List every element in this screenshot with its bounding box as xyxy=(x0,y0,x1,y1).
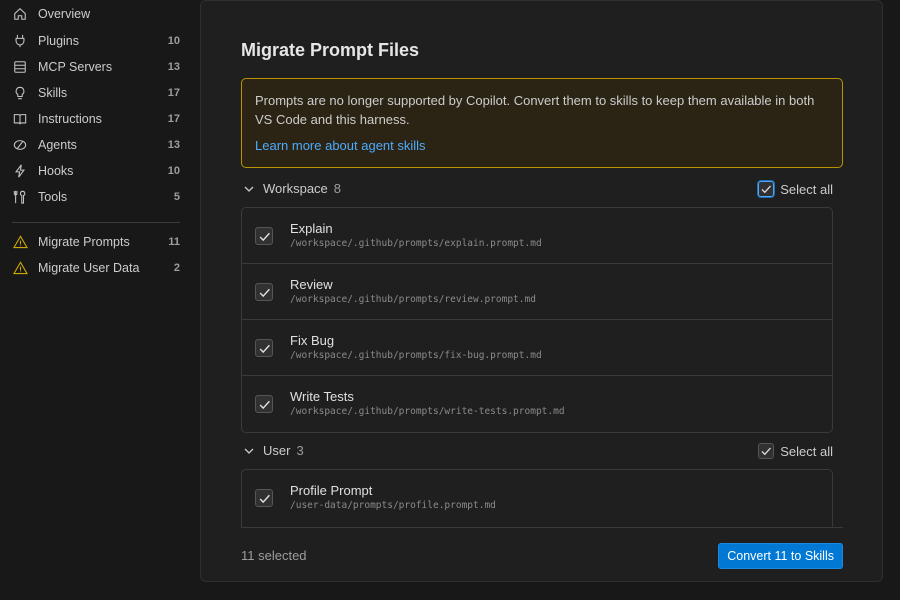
lightbulb-icon xyxy=(12,85,28,101)
tools-icon xyxy=(12,189,28,205)
sidebar-item-count: 5 xyxy=(173,191,180,203)
learn-more-link[interactable]: Learn more about agent skills xyxy=(255,138,426,153)
group-header-workspace: Workspace 8 Select all xyxy=(241,178,833,200)
select-all-label: Select all xyxy=(780,181,833,197)
item-checkbox[interactable] xyxy=(255,395,273,413)
workspace-prompt-list: Explain /workspace/.github/prompts/expla… xyxy=(241,207,833,433)
select-all-checkbox[interactable] xyxy=(757,180,776,198)
deprecation-notice: Prompts are no longer supported by Copil… xyxy=(241,78,843,168)
item-name: Review xyxy=(290,277,333,292)
item-checkbox[interactable] xyxy=(255,489,273,507)
check-icon xyxy=(259,232,270,241)
sidebar-item-migrate-user-data[interactable]: Migrate User Data 2 xyxy=(0,255,190,281)
group-count: 3 xyxy=(296,443,304,458)
sidebar-item-count: 10 xyxy=(167,35,180,47)
sidebar-item-migrate-prompts[interactable]: Migrate Prompts 11 xyxy=(0,229,190,255)
sidebar-item-count: 10 xyxy=(167,165,180,177)
sidebar-item-count: 17 xyxy=(167,87,180,99)
sidebar-item-mcp-servers[interactable]: MCP Servers 13 xyxy=(0,54,190,80)
group-name: Workspace xyxy=(263,181,328,196)
sidebar-item-skills[interactable]: Skills 17 xyxy=(0,80,190,106)
selected-count: 11 selected xyxy=(241,548,307,563)
sidebar-item-tools[interactable]: Tools 5 xyxy=(0,184,190,210)
group-name: User xyxy=(263,443,291,458)
check-icon xyxy=(259,288,270,297)
footer-bar: 11 selected Convert 11 to Skills xyxy=(241,527,843,581)
item-path: /workspace/.github/prompts/fix-bug.promp… xyxy=(290,350,542,361)
group-count: 8 xyxy=(333,181,342,196)
sidebar-item-label: Hooks xyxy=(38,164,74,178)
server-icon xyxy=(12,59,28,75)
item-name: Profile Prompt xyxy=(290,483,373,498)
sidebar-item-label: Instructions xyxy=(38,112,102,126)
select-all-user[interactable]: Select all xyxy=(758,440,833,462)
item-name: Fix Bug xyxy=(290,333,335,348)
list-item[interactable]: Review /workspace/.github/prompts/review… xyxy=(242,264,832,320)
list-item[interactable]: Explain /workspace/.github/prompts/expla… xyxy=(242,208,832,264)
sidebar-item-overview[interactable]: Overview xyxy=(0,1,190,27)
sidebar-item-count: 11 xyxy=(168,236,180,248)
sidebar-item-count: 13 xyxy=(167,61,180,73)
agent-icon xyxy=(12,137,28,153)
convert-to-skills-button[interactable]: Convert 11 to Skills xyxy=(718,543,843,569)
sidebar-item-label: Agents xyxy=(38,138,77,152)
sidebar-item-instructions[interactable]: Instructions 17 xyxy=(0,106,190,132)
check-icon xyxy=(259,494,270,503)
sidebar-item-label: Migrate Prompts xyxy=(38,235,130,249)
list-item[interactable]: Fix Bug /workspace/.github/prompts/fix-b… xyxy=(242,320,832,376)
group-header-user: User 3 Select all xyxy=(241,440,833,462)
sidebar-item-label: Overview xyxy=(38,7,91,21)
sidebar-item-count: 13 xyxy=(167,139,180,151)
sidebar-item-label: Migrate User Data xyxy=(38,261,140,275)
sidebar-item-agents[interactable]: Agents 13 xyxy=(0,132,190,158)
item-path: /workspace/.github/prompts/write-tests.p… xyxy=(290,406,565,417)
sidebar-item-count: 17 xyxy=(167,113,180,125)
check-icon xyxy=(259,344,270,353)
sidebar-item-label: Skills xyxy=(38,86,68,100)
item-checkbox[interactable] xyxy=(255,283,273,301)
page-title: Migrate Prompt Files xyxy=(241,40,420,60)
check-icon xyxy=(761,185,772,194)
book-icon xyxy=(12,111,28,127)
sidebar-divider xyxy=(12,222,180,223)
sidebar-item-plugins[interactable]: Plugins 10 xyxy=(0,28,190,54)
sidebar-item-label: MCP Servers xyxy=(38,60,113,74)
item-checkbox[interactable] xyxy=(255,227,273,245)
item-path: /workspace/.github/prompts/explain.promp… xyxy=(290,238,542,249)
home-icon xyxy=(12,6,28,22)
sidebar-item-label: Tools xyxy=(38,190,68,204)
sidebar: Overview Plugins 10 MCP Servers 13 Skill… xyxy=(0,0,200,600)
check-icon xyxy=(259,400,270,409)
warning-icon xyxy=(12,234,28,250)
sidebar-item-count: 2 xyxy=(173,262,180,274)
chevron-down-icon[interactable] xyxy=(243,182,255,194)
migrate-panel: Migrate Prompt Files Prompts are no long… xyxy=(200,0,883,582)
group-label: Workspace 8 xyxy=(263,181,341,196)
list-item[interactable]: Write Tests /workspace/.github/prompts/w… xyxy=(242,376,832,432)
select-all-checkbox[interactable] xyxy=(758,443,775,459)
item-name: Explain xyxy=(290,221,333,236)
list-item[interactable]: Profile Prompt /user-data/prompts/profil… xyxy=(242,470,832,526)
item-path: /user-data/prompts/profile.prompt.md xyxy=(290,500,496,511)
item-path: /workspace/.github/prompts/review.prompt… xyxy=(290,294,536,305)
warning-icon xyxy=(12,260,28,276)
check-icon xyxy=(761,447,772,456)
group-label: User 3 xyxy=(263,443,304,458)
chevron-down-icon[interactable] xyxy=(243,444,255,456)
select-all-label: Select all xyxy=(780,443,833,459)
item-checkbox[interactable] xyxy=(255,339,273,357)
sidebar-item-hooks[interactable]: Hooks 10 xyxy=(0,158,190,184)
item-name: Write Tests xyxy=(290,389,354,404)
sidebar-item-label: Plugins xyxy=(38,34,79,48)
lightning-icon xyxy=(12,163,28,179)
notice-text: Prompts are no longer supported by Copil… xyxy=(255,93,815,127)
select-all-workspace[interactable]: Select all xyxy=(757,178,833,200)
plug-icon xyxy=(12,33,28,49)
